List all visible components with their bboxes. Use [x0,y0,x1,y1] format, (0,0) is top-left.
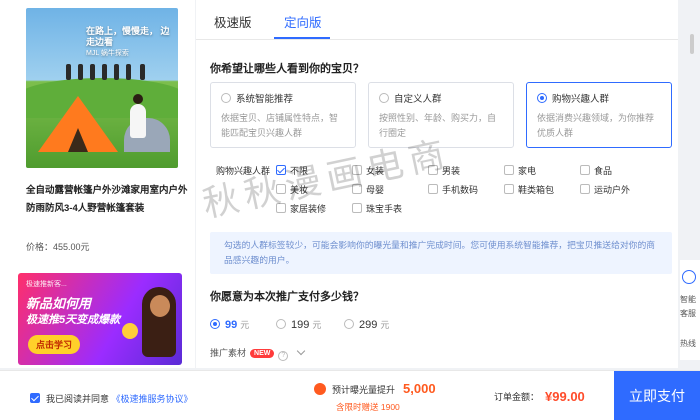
audience-notice: 勾选的人群标签较少，可能会影响你的曝光量和推广完成时间。您可使用系统智能推荐，把… [210,232,672,274]
audience-option-interest[interactable]: 购物兴趣人群 依据消费兴趣领域，为你推荐优质人群 [526,82,672,148]
interest-option-jewelry[interactable]: 珠宝手表 [352,202,402,215]
tab-targeted[interactable]: 定向版 [284,12,322,31]
scrollbar[interactable] [690,34,694,54]
version-tabs: 极速版 定向版 [196,0,678,40]
pay-now-button[interactable]: 立即支付 [614,371,700,420]
order-total: 订单金额： ¥99.00 [494,389,585,404]
fire-icon [314,383,326,395]
audience-option-title: 系统智能推荐 [236,94,294,105]
material-label: 推广素材 [210,348,247,358]
order-amount: ¥99.00 [545,389,585,404]
audience-option-custom[interactable]: 自定义人群 按照性别、年龄、购买力，自行圈定 [368,82,514,148]
agreement-checkbox[interactable]: 我已阅读并同意 《极速推服务协议》 [30,392,193,405]
radio-interest[interactable] [537,93,547,103]
interest-option-sports[interactable]: 运动户外 [580,183,630,196]
banner-top-text: 极速推新客... [26,281,67,288]
interest-option-baby[interactable]: 母婴 [352,183,384,196]
help-icon[interactable]: ? [278,351,289,361]
interest-label: 购物兴趣人群 [216,166,271,176]
interest-option-bags[interactable]: 鞋类箱包 [504,183,554,196]
product-image-slogan: 在路上，慢慢走， 边走边看 MJL 蜗牛探索 [86,26,170,57]
audience-option-title: 自定义人群 [394,94,442,105]
tab-speed[interactable]: 极速版 [214,12,252,31]
smart-service-widget[interactable]: 智能 客服 热线 [680,260,700,360]
side-label: 热线 [680,339,696,348]
audience-option-desc: 依据宝贝、店铺属性特点，智能匹配宝贝兴趣人群 [221,113,339,138]
product-image: 在路上，慢慢走， 边走边看 MJL 蜗牛探索 [26,8,178,168]
checkbox-icon[interactable] [30,393,40,403]
audience-option-desc: 依据消费兴趣领域，为你推荐优质人群 [537,113,655,138]
side-label: 智能 [680,295,696,304]
budget-option-199[interactable]: 199 元 [276,318,321,331]
interest-option-women[interactable]: 女装 [352,164,384,177]
banner-subheadline: 极速推5天变成爆款 [26,314,121,326]
service-agreement-link[interactable]: 《极速推服务协议》 [112,394,193,404]
promo-banner[interactable]: 极速推新客... 新品如何用 极速推5天变成爆款 点击学习 [18,273,182,365]
new-badge: NEW [250,349,275,358]
audience-option-smart[interactable]: 系统智能推荐 依据宝贝、店铺属性特点，智能匹配宝贝兴趣人群 [210,82,356,148]
active-tab-indicator [274,37,330,39]
main-panel: 极速版 定向版 你希望让哪些人看到你的宝贝？ 系统智能推荐 依据宝贝、店铺属性特… [196,0,678,368]
chevron-down-icon[interactable] [297,346,306,356]
checkout-bar: 我已阅读并同意 《极速推服务协议》 预计曝光量提升 5,000 含限时赠送 190… [0,370,700,420]
headset-icon [682,270,696,284]
interest-option-digital[interactable]: 手机数码 [428,183,478,196]
side-label: 客服 [680,309,696,318]
interest-option-beauty[interactable]: 美妆 [276,183,308,196]
exposure-value: 5,000 [403,381,436,396]
banner-headline: 新品如何用 [26,296,92,311]
promo-material-toggle[interactable]: 推广素材 NEW? [210,346,306,361]
exposure-estimate: 预计曝光量提升 5,000 [314,381,436,396]
radio-custom[interactable] [379,93,389,103]
audience-question: 你希望让哪些人看到你的宝贝？ [210,63,364,75]
interest-option-food[interactable]: 食品 [580,164,612,177]
product-title: 全自动露营帐篷户外沙滩家用室内户外防雨防风3-4人野营帐篷套装 [26,185,188,214]
product-panel: 在路上，慢慢走， 边走边看 MJL 蜗牛探索 全自动露营帐篷户外沙滩家用室内户外… [0,0,195,368]
interest-option-appliance[interactable]: 家电 [504,164,536,177]
budget-option-299[interactable]: 299 元 [344,318,389,331]
interest-selector: 购物兴趣人群 不限 女装 男装 家电 食品 美妆 母婴 手机数码 鞋类箱包 运动… [210,160,672,220]
gift-note: 含限时赠送 1900 [336,402,400,412]
interest-option-all[interactable]: 不限 [276,164,308,177]
radio-smart[interactable] [221,93,231,103]
budget-question: 你愿意为本次推广支付多少钱？ [210,291,364,303]
coin-icon [122,323,138,339]
interest-option-home[interactable]: 家居装修 [276,202,326,215]
budget-option-99[interactable]: 99 元 [210,318,249,331]
banner-learn-button[interactable]: 点击学习 [28,335,81,354]
interest-option-men[interactable]: 男装 [428,164,460,177]
audience-option-title: 购物兴趣人群 [552,94,610,105]
product-price: 价格：455.00元 [26,242,90,252]
audience-option-desc: 按照性别、年龄、购买力，自行圈定 [379,113,497,138]
